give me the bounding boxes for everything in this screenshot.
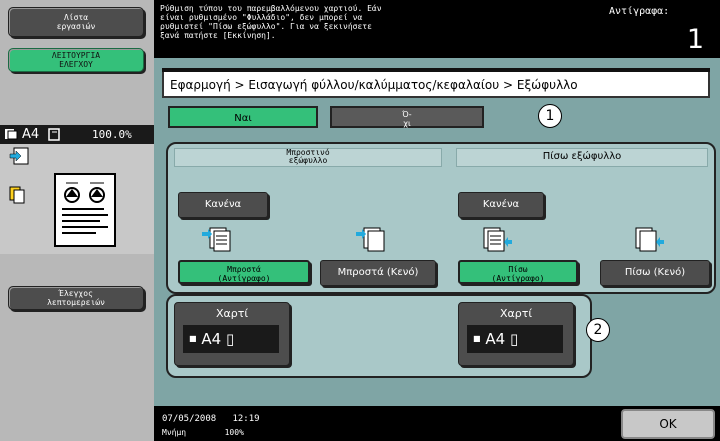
back-paper-value: ■ A4 ▯ [467, 325, 563, 353]
paper-status-strip: A4 100.0% [0, 125, 154, 144]
copies-label: Αντίγραφα: [609, 6, 670, 17]
paper-options-group: Χαρτί ■ A4 ▯ Χαρτί ■ A4 ▯ [166, 294, 592, 378]
document-thumbnail-icon [62, 182, 108, 234]
front-blank-cover-icon [356, 227, 385, 252]
front-copy-button[interactable]: Μπροστά (Αντίγραφο) [178, 260, 310, 284]
control-function-label: ΛΕΙΤΟΥΡΓΙΑ ΕΛΕΓΧΟΥ [51, 51, 101, 69]
message-bar: Ρύθμιση τύπου του παρεμβαλλόμενου χαρτιο… [154, 0, 720, 58]
stack-doc-icon [9, 186, 25, 204]
callout-2: 2 [586, 318, 610, 342]
back-paper-button[interactable]: Χαρτί ■ A4 ▯ [458, 302, 574, 366]
datetime-text: 07/05/2008 12:19 [162, 414, 260, 424]
document-preview [54, 173, 116, 247]
screen: Λίστα εργασιών ΛΕΙΤΟΥΡΓΙΑ ΕΛΕΓΧΟΥ A4 100… [0, 0, 720, 441]
page-icon [5, 129, 18, 140]
memory-text: Μνήμη 100% [162, 428, 244, 437]
yes-tab[interactable]: Ναι [168, 106, 318, 128]
scan-arrow-icon [9, 147, 29, 165]
back-blank-button[interactable]: Πίσω (Κενό) [600, 260, 710, 286]
back-blank-cover-icon [635, 227, 664, 252]
front-paper-value: ■ A4 ▯ [183, 325, 279, 353]
zoom-ratio-text: 100.0% [92, 128, 132, 141]
tray-icon: ■ [189, 334, 197, 343]
portrait-icon: ▯ [225, 330, 235, 348]
front-paper-label: Χαρτί [215, 307, 249, 320]
front-cover-header: Μπροστινό εξώφυλλο [174, 148, 442, 167]
job-list-label: Λίστα εργασιών [56, 13, 96, 31]
back-cover-header: Πίσω εξώφυλλο [456, 148, 708, 167]
check-details-button[interactable]: Έλεγχος λεπτομερειών [8, 286, 144, 310]
ok-button[interactable]: OK [621, 409, 715, 439]
front-blank-button[interactable]: Μπροστά (Κενό) [320, 260, 436, 286]
copies-count: 1 [686, 24, 704, 55]
portrait-icon: ▯ [509, 330, 519, 348]
front-paper-button[interactable]: Χαρτί ■ A4 ▯ [174, 302, 290, 366]
breadcrumb: Εφαρμογή > Εισαγωγή φύλλου/καλύμματος/κε… [162, 68, 710, 98]
portrait-orientation-icon [48, 128, 60, 141]
back-copy-button[interactable]: Πίσω (Αντίγραφο) [458, 260, 578, 284]
check-details-label: Έλεγχος λεπτομερειών [47, 289, 105, 307]
paper-size-text: A4 [22, 127, 40, 142]
job-list-button[interactable]: Λίστα εργασιών [8, 7, 144, 37]
status-bar: 07/05/2008 12:19 Μνήμη 100% OK [154, 406, 720, 441]
front-none-button[interactable]: Κανένα [178, 192, 268, 218]
callout-1: 1 [538, 104, 562, 128]
front-copy-cover-icon [202, 227, 231, 252]
cover-settings-panel: Εφαρμογή > Εισαγωγή φύλλου/καλύμματος/κε… [154, 58, 720, 406]
cover-options-group: Μπροστινό εξώφυλλο Κανένα Μπροστά (Αντίγ… [166, 142, 716, 294]
back-paper-size: A4 [485, 330, 506, 348]
back-none-button[interactable]: Κανένα [458, 192, 544, 218]
tray-icon: ■ [473, 334, 481, 343]
control-function-button[interactable]: ΛΕΙΤΟΥΡΓΙΑ ΕΛΕΓΧΟΥ [8, 48, 144, 72]
breadcrumb-top-rule [162, 68, 710, 72]
no-tab[interactable]: Ό- χι [330, 106, 484, 128]
instruction-message: Ρύθμιση τύπου του παρεμβαλλόμενου χαρτιο… [160, 4, 382, 40]
back-copy-cover-icon [483, 227, 512, 252]
back-paper-label: Χαρτί [499, 307, 533, 320]
front-paper-size: A4 [201, 330, 222, 348]
